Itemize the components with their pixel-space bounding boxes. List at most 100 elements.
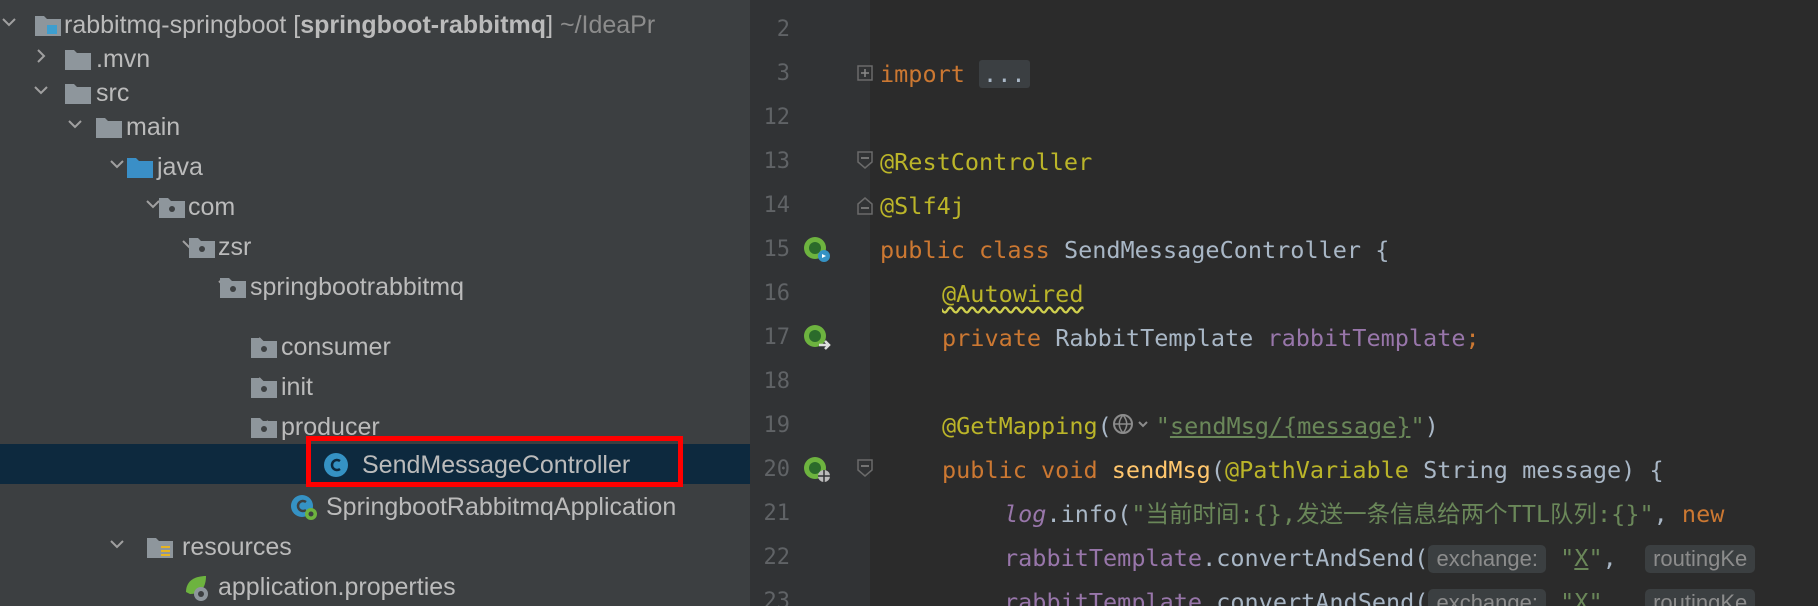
rabbit-template-ref: rabbitTemplate <box>1004 544 1203 572</box>
line-number: 18 <box>763 369 791 394</box>
keyword-public-void: public void <box>942 456 1112 484</box>
line-number: 13 <box>763 149 791 174</box>
annotation-path-variable: @PathVariable <box>1224 456 1409 484</box>
code-line-16[interactable]: @Autowired <box>942 279 1083 309</box>
fold-start-icon[interactable] <box>857 459 873 481</box>
tree-label: springbootrabbitmq <box>250 273 465 301</box>
quote-close: " <box>1410 412 1425 440</box>
code-line-23[interactable]: rabbitTemplate.convertAndSend(exchange: … <box>1004 587 1756 606</box>
close-paren: ) <box>1424 412 1439 440</box>
convert-and-send-call: .convertAndSend( <box>1202 544 1429 572</box>
exchange-value[interactable]: X <box>1574 588 1588 606</box>
mapping-path[interactable]: sendMsg/{message} <box>1170 412 1411 440</box>
comma: , <box>1602 588 1631 606</box>
line-number: 14 <box>763 193 791 218</box>
tree-label: .mvn <box>96 45 151 73</box>
code-editor[interactable]: 2 3 12 13 14 15 16 17 18 19 20 21 22 23 <box>750 0 1818 606</box>
tree-label: java <box>157 153 203 181</box>
open-paren: ( <box>1097 412 1112 440</box>
import-keyword: import <box>880 60 965 88</box>
annotation-slf4j: @Slf4j <box>880 192 965 220</box>
fold-end-icon[interactable] <box>857 193 873 215</box>
comma: , <box>1653 500 1682 528</box>
folded-imports[interactable]: ... <box>979 60 1030 88</box>
fold-expand-icon[interactable] <box>857 65 873 87</box>
quote-close: " <box>1588 544 1603 572</box>
project-path: ~/IdeaPr <box>559 11 656 39</box>
globe-icon[interactable] <box>1112 412 1156 443</box>
ide-window: rabbitmq-springboot [springboot-rabbitmq… <box>0 0 1818 606</box>
line-number: 22 <box>763 545 791 570</box>
tree-row-consumer[interactable]: consumer <box>0 326 750 366</box>
tree-label: consumer <box>281 333 391 361</box>
param-hint-routing-key: routingKe <box>1645 545 1756 573</box>
semicolon: ; <box>1465 324 1480 352</box>
code-line-22[interactable]: rabbitTemplate.convertAndSend(exchange: … <box>1004 543 1756 573</box>
package-icon <box>250 335 278 359</box>
line-number: 21 <box>763 501 791 526</box>
keyword-new: new <box>1681 500 1725 528</box>
package-icon <box>158 195 186 219</box>
annotation-autowired: @Autowired <box>942 280 1084 308</box>
tree-row-springbootrabbitmqapplication[interactable]: SpringbootRabbitmqApplication <box>0 486 750 526</box>
line-number: 3 <box>776 61 790 86</box>
tree-label: main <box>126 113 181 141</box>
spring-boot-class-icon <box>289 492 317 520</box>
tree-row-resources[interactable]: resources <box>0 526 750 566</box>
exchange-value[interactable]: X <box>1574 544 1588 572</box>
tree-row-com[interactable]: com <box>0 186 750 226</box>
line-number: 23 <box>763 589 791 606</box>
code-line-20[interactable]: public void sendMsg(@PathVariable String… <box>942 455 1664 485</box>
project-name: rabbitmq-springboot <box>64 11 287 39</box>
tree-label: init <box>281 373 313 401</box>
tree-row-springbootrabbitmq[interactable]: springbootrabbitmq <box>0 266 750 306</box>
code-line-17[interactable]: private RabbitTemplate rabbitTemplate; <box>942 323 1480 353</box>
autowired-navigate-icon[interactable] <box>802 323 832 353</box>
tree-row-zsr[interactable]: zsr <box>0 226 750 266</box>
tree-row-main[interactable]: main <box>0 106 750 146</box>
chevron-right-icon[interactable] <box>34 49 48 63</box>
line-number: 16 <box>763 281 791 306</box>
code-line-13[interactable]: @RestController <box>880 147 1092 177</box>
chevron-down-icon[interactable] <box>110 537 124 551</box>
tree-label: com <box>188 193 236 221</box>
code-line-21[interactable]: log.info("当前时间:{},发送一条信息给两个TTL队列:{}", ne… <box>1004 499 1724 529</box>
open-paren: ( <box>1210 456 1225 484</box>
code-line-19[interactable]: @GetMapping( "sendMsg/{message}") <box>942 411 1439 443</box>
tree-label: zsr <box>218 233 252 261</box>
package-icon <box>250 375 278 399</box>
tree-label: SpringbootRabbitmqApplication <box>326 493 677 521</box>
class-declaration: SendMessageController { <box>1063 236 1390 264</box>
folder-icon <box>64 81 92 105</box>
code-line-15[interactable]: public class SendMessageController { <box>880 235 1389 265</box>
chevron-down-icon[interactable] <box>110 157 124 171</box>
param-hint-exchange: exchange: <box>1428 545 1546 573</box>
module-folder-icon <box>34 13 62 37</box>
code-line-3[interactable]: import ... <box>880 59 1030 89</box>
tree-row-java[interactable]: java <box>0 146 750 186</box>
annotation-get-mapping: @GetMapping <box>942 412 1098 440</box>
quote-open: " <box>1560 588 1575 606</box>
spring-bean-icon[interactable] <box>802 235 832 265</box>
resources-folder-icon <box>146 535 174 559</box>
quote-open: " <box>1155 412 1170 440</box>
chevron-down-icon[interactable] <box>68 117 82 131</box>
line-number: 20 <box>763 457 791 482</box>
annotation-rest-controller: @RestController <box>880 148 1093 176</box>
comma: , <box>1602 544 1631 572</box>
param-hint-routing-key: routingKe <box>1645 589 1756 606</box>
method-params: String message) { <box>1408 456 1664 484</box>
request-mapping-icon[interactable] <box>802 455 832 485</box>
code-line-14[interactable]: @Slf4j <box>880 191 965 221</box>
tree-row-application-properties[interactable]: application.properties <box>0 566 750 606</box>
package-icon <box>188 235 216 259</box>
chevron-down-icon[interactable] <box>2 15 16 29</box>
tree-row-init[interactable]: init <box>0 366 750 406</box>
fold-start-icon[interactable] <box>857 151 873 173</box>
line-number: 17 <box>763 325 791 350</box>
project-tree: rabbitmq-springboot [springboot-rabbitmq… <box>0 0 750 606</box>
quote-close: " <box>1588 588 1603 606</box>
chevron-down-icon[interactable] <box>34 83 48 97</box>
properties-file-icon <box>182 572 210 601</box>
package-icon <box>219 275 247 299</box>
